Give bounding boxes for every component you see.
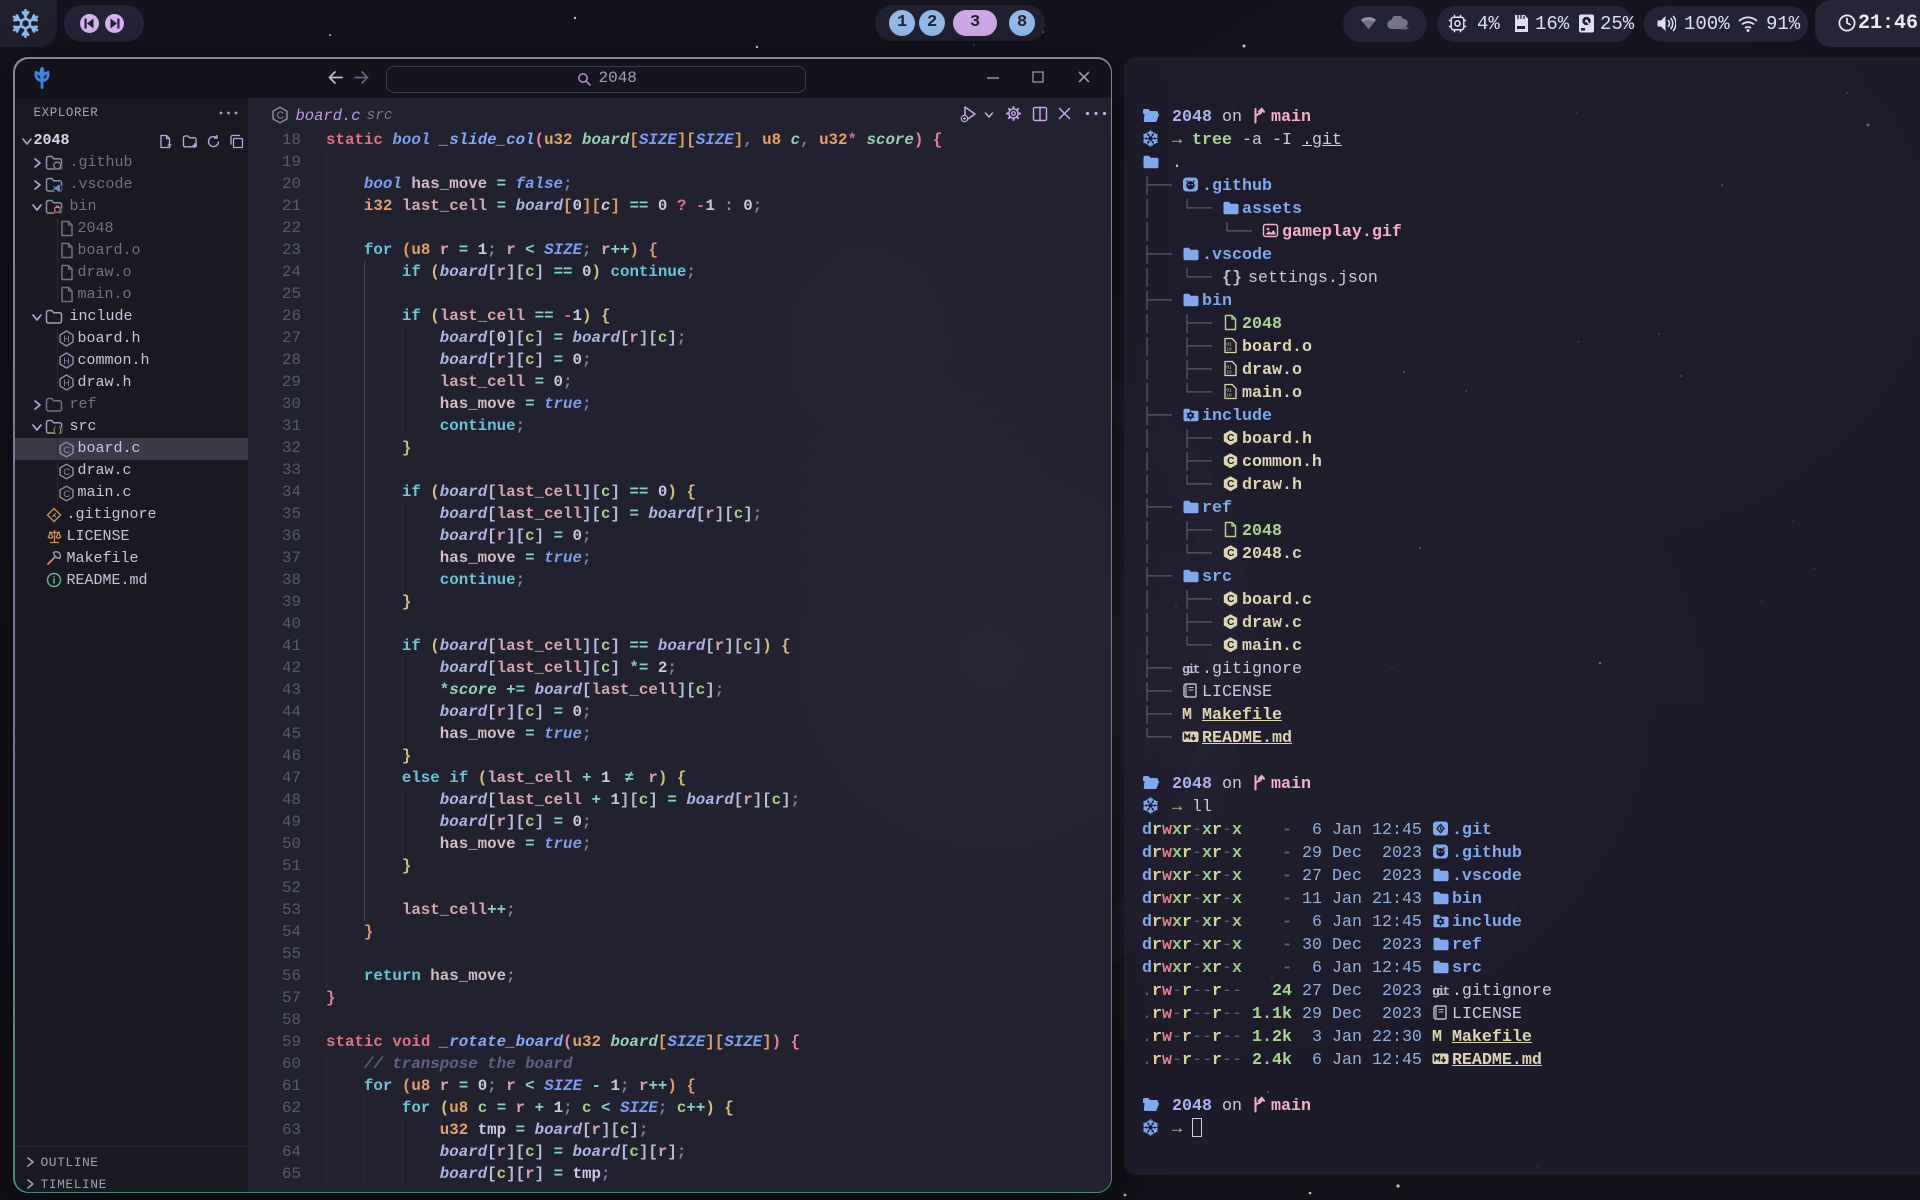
svg-text:10: 10: [1226, 370, 1232, 375]
svg-text:10: 10: [1226, 347, 1232, 352]
svg-text:C: C: [1227, 456, 1234, 467]
svg-text:C: C: [63, 445, 70, 456]
svg-text:C: C: [63, 489, 70, 500]
svg-text:C: C: [1227, 640, 1234, 651]
svg-text:H: H: [63, 334, 70, 344]
svg-text:C: C: [1227, 548, 1234, 559]
svg-text:C: C: [1227, 433, 1234, 444]
svg-text:C: C: [63, 467, 70, 478]
svg-text:C: C: [276, 110, 283, 121]
svg-text:10: 10: [1226, 393, 1232, 398]
svg-text:H: H: [63, 356, 70, 366]
svg-text:C: C: [1227, 617, 1234, 628]
svg-text:H: H: [63, 378, 70, 388]
svg-text:C: C: [1227, 594, 1234, 605]
svg-text:C: C: [1227, 479, 1234, 490]
svg-text:(): (): [52, 426, 62, 436]
